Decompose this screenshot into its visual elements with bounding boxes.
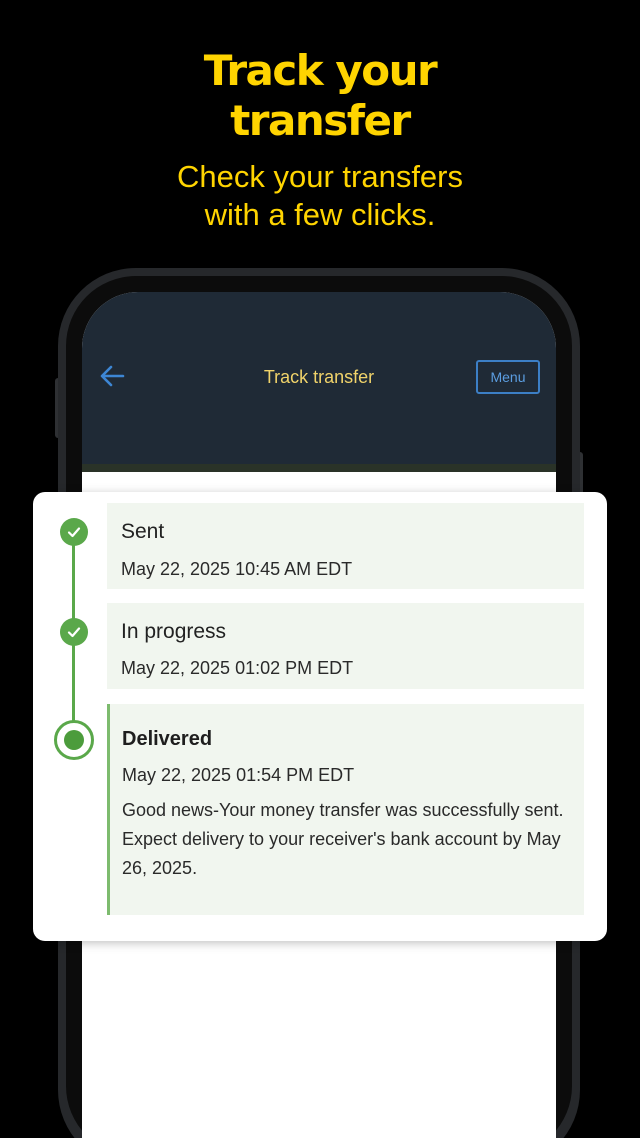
step-date: May 22, 2025 01:02 PM EDT (121, 658, 354, 678)
step-title: Sent (121, 520, 165, 543)
step-date: May 22, 2025 01:54 PM EDT (122, 765, 355, 785)
step-complete-check-icon (60, 618, 88, 646)
step-current-dot (64, 730, 84, 750)
app-header: Track transfer Menu (82, 292, 556, 472)
checkmark-icon (67, 527, 81, 538)
step-current-icon (54, 720, 94, 760)
step-title: In progress (121, 620, 227, 643)
timeline-step-delivered: Delivered May 22, 2025 01:54 PM EDT Good… (107, 704, 584, 915)
delivery-note: Good news-Your money transfer was succes… (122, 800, 564, 878)
promo-headline-line1: Track your (203, 46, 438, 95)
step-title: Delivered (122, 728, 213, 750)
timeline-step-sent: Sent May 22, 2025 10:45 AM EDT (107, 503, 584, 589)
timeline-step-in-progress: In progress May 22, 2025 01:02 PM EDT (107, 603, 584, 689)
promo-headline: Track your transfer (0, 46, 640, 146)
menu-button[interactable]: Menu (476, 360, 540, 394)
promo-headline-line2: transfer (230, 96, 411, 145)
promo-subline-line2: with a few clicks. (204, 197, 436, 232)
promo-subline: Check your transfers with a few clicks. (0, 158, 640, 234)
header-divider (82, 464, 556, 472)
promo-subline-line1: Check your transfers (177, 159, 463, 194)
checkmark-icon (67, 627, 81, 638)
step-date: May 22, 2025 10:45 AM EDT (121, 559, 353, 579)
step-complete-check-icon (60, 518, 88, 546)
